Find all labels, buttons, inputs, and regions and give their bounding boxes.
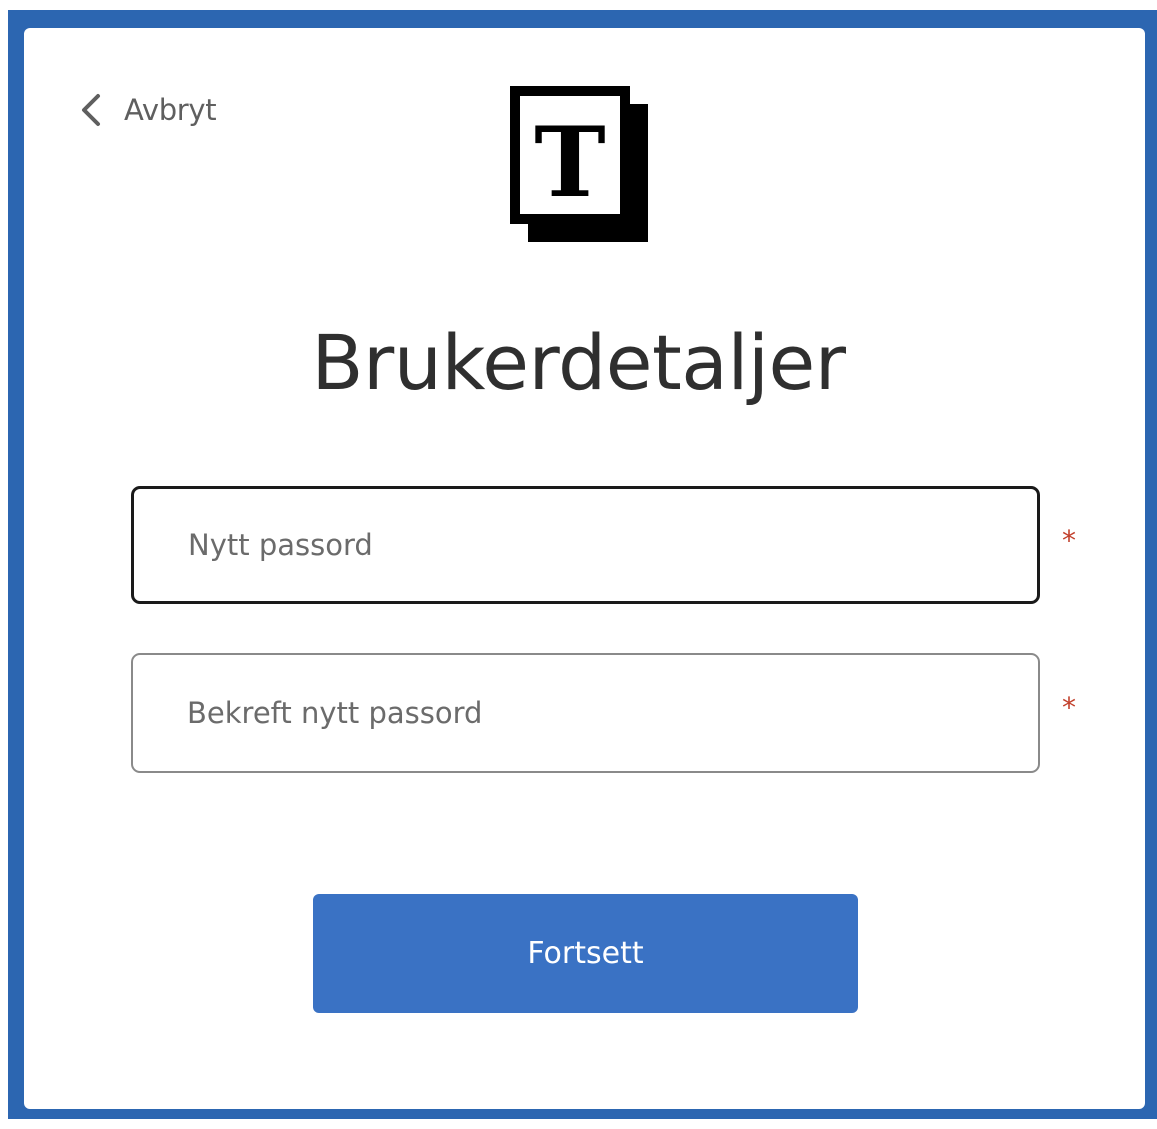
chevron-left-icon <box>78 92 104 128</box>
page-title: Brukerdetaljer <box>311 318 846 407</box>
confirm-password-required-marker: * <box>1062 691 1076 724</box>
new-password-required-marker: * <box>1062 524 1076 557</box>
cancel-back-label: Avbryt <box>124 93 217 127</box>
continue-button[interactable]: Fortsett <box>313 894 858 1013</box>
confirm-password-input[interactable] <box>131 653 1040 773</box>
cancel-back-link[interactable]: Avbryt <box>78 88 217 132</box>
new-password-input[interactable] <box>131 486 1040 604</box>
brand-logo: T <box>508 84 650 244</box>
logo-letter: T <box>534 106 605 219</box>
